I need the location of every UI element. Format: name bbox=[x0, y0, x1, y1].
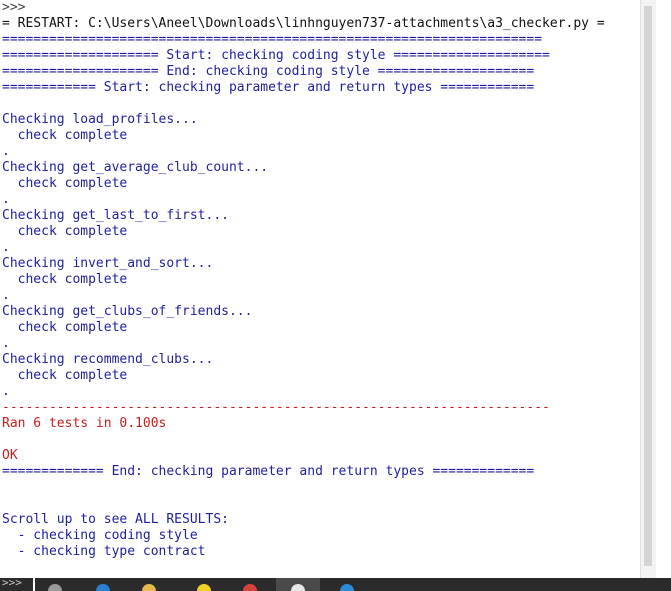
python-idle-icon[interactable] bbox=[291, 584, 305, 591]
console-line: - checking type contract bbox=[2, 544, 206, 559]
console-line: Checking get_last_to_first... bbox=[2, 208, 229, 223]
outlook-icon[interactable] bbox=[340, 584, 354, 591]
console-line: Scroll up to see ALL RESULTS: bbox=[2, 512, 229, 527]
browser-icon[interactable] bbox=[96, 584, 110, 591]
warning-icon[interactable] bbox=[197, 584, 211, 591]
python-idle-shell[interactable]: >>> = RESTART: C:\Users\Aneel\Downloads\… bbox=[0, 0, 656, 578]
console-line: ==================== Start: checking cod… bbox=[2, 48, 550, 63]
text-cursor bbox=[33, 578, 35, 591]
console-line: ============= End: checking parameter an… bbox=[2, 464, 535, 479]
console-line: . bbox=[2, 336, 10, 351]
folder-icon[interactable] bbox=[48, 584, 62, 591]
console-line: check complete bbox=[2, 128, 128, 143]
console-line: Checking load_profiles... bbox=[2, 112, 198, 127]
console-line: . bbox=[2, 144, 10, 159]
shell-prompt: >>> bbox=[2, 578, 22, 589]
taskbar: >>> bbox=[0, 578, 671, 591]
console-line: Checking get_average_club_count... bbox=[2, 160, 269, 175]
active-window-highlight[interactable] bbox=[276, 578, 320, 591]
console-line: OK bbox=[2, 448, 18, 463]
console-line: . bbox=[2, 384, 10, 399]
console-line: Checking recommend_clubs... bbox=[2, 352, 214, 367]
console-line: Checking get_clubs_of_friends... bbox=[2, 304, 253, 319]
console-line: >>> bbox=[2, 0, 34, 15]
console-line: ========================================… bbox=[2, 32, 543, 47]
chrome-icon[interactable] bbox=[243, 584, 257, 591]
console-line: ----------------------------------------… bbox=[2, 400, 550, 415]
console-line: check complete bbox=[2, 176, 128, 191]
console-line: Checking invert_and_sort... bbox=[2, 256, 214, 271]
console-line: . bbox=[2, 192, 10, 207]
console-line: check complete bbox=[2, 320, 128, 335]
console-line: check complete bbox=[2, 224, 128, 239]
console-line: - checking coding style bbox=[2, 528, 198, 543]
console-line: . bbox=[2, 240, 10, 255]
vertical-scrollbar[interactable] bbox=[640, 0, 656, 578]
file-icon[interactable] bbox=[142, 584, 156, 591]
console-line: ==================== End: checking codin… bbox=[2, 64, 535, 79]
console-line: = RESTART: C:\Users\Aneel\Downloads\linh… bbox=[2, 16, 605, 31]
console-line: check complete bbox=[2, 368, 128, 383]
console-line: check complete bbox=[2, 272, 128, 287]
scrollbar-thumb[interactable] bbox=[644, 6, 652, 566]
console-line: Ran 6 tests in 0.100s bbox=[2, 416, 167, 431]
console-line: ============ Start: checking parameter a… bbox=[2, 80, 535, 95]
console-line: . bbox=[2, 288, 10, 303]
